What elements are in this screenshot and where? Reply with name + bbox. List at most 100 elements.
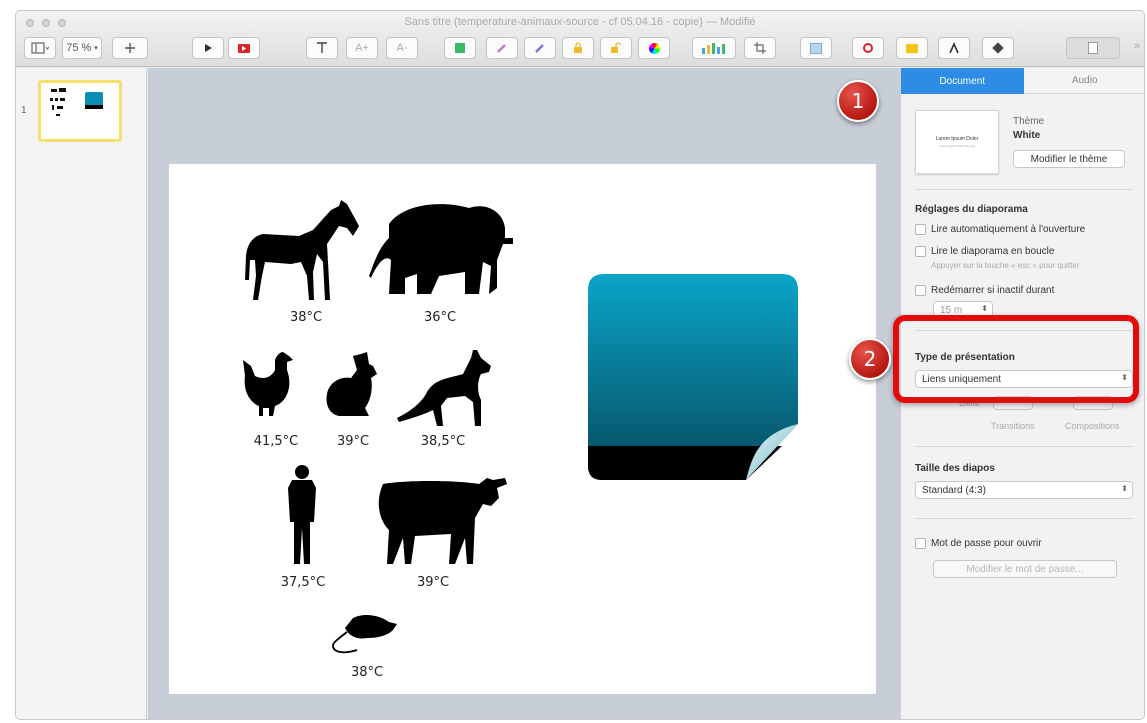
- theme-name: White: [1013, 130, 1041, 141]
- brush-button[interactable]: [524, 37, 556, 59]
- tab-audio[interactable]: Audio: [1023, 68, 1144, 94]
- animate-button[interactable]: [982, 37, 1014, 59]
- compositions-label: Compositions: [1065, 421, 1120, 431]
- live-icon: [238, 43, 250, 53]
- unlock-button[interactable]: [600, 37, 632, 59]
- plus-icon: [125, 43, 135, 53]
- transitions-label: Transitions: [991, 421, 1035, 431]
- change-theme-button[interactable]: Modifier le thème: [1013, 150, 1125, 168]
- separator: [915, 446, 1133, 447]
- slide-number: 1: [21, 105, 27, 116]
- brush-icon: [535, 44, 544, 53]
- titlebar: Sans titre (temperature-animaux-source -…: [16, 11, 1144, 67]
- loop-checkbox[interactable]: [915, 246, 926, 257]
- slideshow-settings-title: Réglages du diaporama: [915, 204, 1028, 215]
- toolbar-overflow-icon[interactable]: »: [1134, 40, 1140, 52]
- decrease-font-button[interactable]: A-: [386, 37, 418, 59]
- zoom-select[interactable]: 75 % ▾: [62, 37, 102, 59]
- document-button[interactable]: [1066, 37, 1120, 59]
- autoplay-checkbox[interactable]: [915, 224, 926, 235]
- keynote-live-button[interactable]: [228, 37, 260, 59]
- view-menu-button[interactable]: [24, 37, 56, 59]
- fill-color-icon: [455, 43, 465, 53]
- elephant-temperature[interactable]: 36°C: [400, 310, 480, 325]
- restart-checkbox[interactable]: [915, 285, 926, 296]
- rat-temperature[interactable]: 38°C: [327, 665, 407, 680]
- pen-icon: [497, 44, 506, 53]
- slide-size-title: Taille des diapos: [915, 463, 995, 474]
- stepper-icon: ⬍: [981, 304, 988, 313]
- text-icon: [317, 42, 327, 53]
- cow-temperature[interactable]: 39°C: [393, 575, 473, 590]
- human-silhouette[interactable]: [282, 464, 322, 568]
- callout-badge-1: 1: [837, 80, 879, 122]
- rabbit-temperature[interactable]: 39°C: [313, 434, 393, 449]
- select-arrows-icon: ⬍: [1121, 484, 1128, 493]
- elephant-silhouette[interactable]: [369, 198, 517, 298]
- restart-label: Redémarrer si inactif durant: [931, 285, 1055, 296]
- sidebar-icon: [31, 42, 49, 54]
- password-checkbox[interactable]: [915, 538, 926, 549]
- cow-silhouette[interactable]: [375, 476, 509, 566]
- chart-button[interactable]: [692, 37, 736, 59]
- slide[interactable]: 38°C 36°C 41,5°C 39°C 38,5°C 37,5°C 39°C…: [169, 164, 876, 694]
- paintbrush-icon: [949, 42, 959, 54]
- horse-temperature[interactable]: 38°C: [266, 310, 346, 325]
- document-icon: [1088, 42, 1098, 54]
- record-button[interactable]: [852, 37, 884, 59]
- fill-button[interactable]: [444, 37, 476, 59]
- format-button[interactable]: [938, 37, 970, 59]
- font-smaller-icon: A-: [396, 42, 408, 54]
- separator: [915, 189, 1133, 190]
- dog-temperature[interactable]: 38,5°C: [403, 434, 483, 449]
- horse-silhouette[interactable]: [243, 198, 363, 302]
- theme-thumbnail[interactable]: Lorem Ipsum Dolor Lorem ipsum dolor sit …: [915, 110, 999, 174]
- image-button[interactable]: [800, 37, 832, 59]
- play-button[interactable]: [192, 37, 224, 59]
- loop-hint: Appuyer sur la touche « esc » pour quitt…: [931, 261, 1080, 270]
- crop-button[interactable]: [744, 37, 776, 59]
- text-box-button[interactable]: [306, 37, 338, 59]
- zoom-value: 75 %: [66, 42, 92, 54]
- colors-button[interactable]: [638, 37, 670, 59]
- theme-label: Thème: [1013, 116, 1045, 127]
- theme-thumbnail-subtitle: Lorem ipsum dolor sit amet: [938, 144, 976, 148]
- crop-icon: [754, 42, 766, 54]
- teal-page-curl-shape[interactable]: [588, 274, 800, 484]
- chicken-temperature[interactable]: 41,5°C: [236, 434, 316, 449]
- unlock-icon: [611, 42, 621, 53]
- restart-delay-value: 15 m: [940, 304, 963, 316]
- slide-navigator: 1: [16, 68, 147, 719]
- loop-label: Lire le diaporama en boucle: [931, 246, 1055, 257]
- comment-icon: [906, 43, 918, 53]
- rat-silhouette[interactable]: [327, 610, 399, 654]
- play-icon: [205, 44, 212, 52]
- slide-thumbnail-preview: [50, 88, 103, 116]
- slide-size-value: Standard (4:3): [922, 484, 986, 496]
- highlight-box: [893, 315, 1139, 403]
- lock-button[interactable]: [562, 37, 594, 59]
- dog-silhouette[interactable]: [397, 348, 493, 428]
- stroke-button[interactable]: [486, 37, 518, 59]
- chicken-silhouette[interactable]: [241, 350, 297, 418]
- callout-badge-2: 2: [849, 338, 891, 380]
- comment-button[interactable]: [896, 37, 928, 59]
- password-label: Mot de passe pour ouvrir: [931, 538, 1042, 549]
- theme-thumbnail-title: Lorem Ipsum Dolor: [935, 136, 979, 142]
- increase-font-button[interactable]: A+: [346, 37, 378, 59]
- tab-document[interactable]: Document: [901, 68, 1024, 94]
- autoplay-label: Lire automatiquement à l'ouverture: [931, 224, 1086, 235]
- slide-thumbnail[interactable]: [38, 80, 122, 142]
- font-bigger-icon: A+: [355, 42, 369, 54]
- inspector-tabs: Document Audio: [901, 68, 1144, 94]
- separator: [915, 518, 1133, 519]
- color-wheel-icon: [648, 42, 660, 54]
- window-title: Sans titre (temperature-animaux-source -…: [404, 16, 756, 28]
- lock-icon: [574, 42, 582, 53]
- rabbit-silhouette[interactable]: [323, 352, 379, 418]
- image-icon: [810, 42, 822, 54]
- add-slide-button[interactable]: [112, 37, 148, 59]
- change-password-button[interactable]: Modifier le mot de passe...: [933, 560, 1117, 578]
- human-temperature[interactable]: 37,5°C: [263, 575, 343, 590]
- slide-size-select[interactable]: Standard (4:3) ⬍: [915, 481, 1133, 499]
